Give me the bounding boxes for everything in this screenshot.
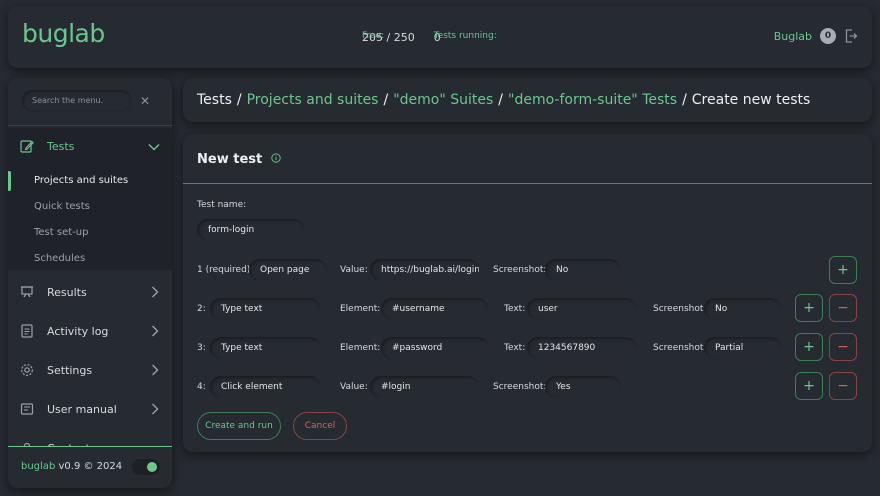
- easel-icon: [21, 286, 33, 298]
- toggle-knob: [147, 462, 157, 472]
- breadcrumb-suites[interactable]: "demo" Suites: [393, 92, 493, 108]
- step-element-input[interactable]: #username: [381, 298, 489, 320]
- add-step-button[interactable]: +: [795, 333, 823, 361]
- breadcrumb-projects[interactable]: Projects and suites: [247, 92, 379, 108]
- step-target-label: Value:: [340, 382, 368, 392]
- step-target-label: Element:: [340, 304, 381, 314]
- footer-version: v0.9 © 2024: [58, 461, 123, 472]
- add-step-button[interactable]: +: [795, 372, 823, 400]
- sidebar-search: Search the menu. ✕: [22, 90, 170, 112]
- step-index: 4:: [197, 382, 206, 392]
- remove-step-button[interactable]: −: [829, 294, 857, 322]
- chevron-down-icon: [148, 144, 160, 151]
- new-test-panel: New test Test name: form-login 1 (requir…: [183, 134, 872, 452]
- remove-step-button[interactable]: −: [829, 333, 857, 361]
- top-bar: buglab Free: 205 / 250 Tests running: 0 …: [8, 6, 872, 68]
- sidebar-item-user-manual[interactable]: User manual: [8, 391, 172, 427]
- add-step-button[interactable]: +: [795, 294, 823, 322]
- step-target-input[interactable]: #login: [370, 376, 479, 398]
- sidebar-item-label: User manual: [47, 402, 117, 416]
- breadcrumb-current: Create new tests: [691, 92, 811, 108]
- info-icon[interactable]: [271, 153, 281, 163]
- step-screenshot-select[interactable]: No: [545, 259, 621, 281]
- divider: [183, 183, 872, 184]
- breadcrumb-suite-tests[interactable]: "demo-form-suite" Tests: [508, 92, 677, 108]
- step-target-label: Value:: [340, 265, 368, 275]
- step-index: 2:: [197, 304, 206, 314]
- step-action-select[interactable]: Click element: [210, 376, 321, 398]
- sidebar-subitem-quick-tests[interactable]: Quick tests: [8, 194, 172, 220]
- search-input[interactable]: Search the menu.: [22, 90, 132, 112]
- user-name[interactable]: Buglab: [774, 30, 812, 43]
- gear-icon: [21, 364, 33, 376]
- step-target-label: Element:: [340, 343, 381, 353]
- step-element-input[interactable]: #password: [381, 337, 489, 359]
- step-text-input[interactable]: user: [527, 298, 637, 320]
- book-icon: [20, 403, 34, 415]
- notification-badge[interactable]: 0: [820, 28, 836, 44]
- cancel-button[interactable]: Cancel: [293, 412, 347, 440]
- logout-icon[interactable]: [844, 29, 858, 43]
- sidebar-subitem-projects[interactable]: Projects and suites: [8, 168, 172, 194]
- step-text-input[interactable]: 1234567890: [527, 337, 637, 359]
- sidebar-subitem-schedules[interactable]: Schedules: [8, 246, 172, 272]
- step-screenshot-select[interactable]: No: [704, 298, 782, 320]
- theme-toggle[interactable]: [132, 459, 160, 475]
- step-screenshot-select[interactable]: Partial: [704, 337, 782, 359]
- step-screenshot-label: Screenshot:: [493, 265, 547, 275]
- step-text-label: Text:: [504, 343, 526, 353]
- test-name-label: Test name:: [197, 200, 247, 210]
- sidebar-subitem-test-setup[interactable]: Test set-up: [8, 220, 172, 246]
- sidebar-item-label: Activity log: [47, 324, 109, 338]
- page-title: New test: [197, 152, 281, 167]
- user-menu: Buglab 0: [774, 28, 858, 44]
- step-text-label: Text:: [504, 304, 526, 314]
- sidebar-item-results[interactable]: Results: [8, 274, 172, 310]
- chevron-right-icon: [152, 403, 159, 415]
- sidebar-item-label: Results: [47, 285, 87, 299]
- sidebar-item-settings[interactable]: Settings: [8, 352, 172, 388]
- sidebar-footer: buglab v0.9 © 2024: [8, 446, 172, 488]
- sidebar-item-tests[interactable]: Tests: [8, 128, 172, 164]
- sidebar-item-label: Tests: [47, 139, 75, 153]
- breadcrumb: Tests / Projects and suites / "demo" Suites /…: [183, 78, 872, 122]
- step-screenshot-label: Screenshot:: [653, 343, 707, 353]
- sidebar: Search the menu. ✕ Tests Projects and su…: [8, 78, 172, 488]
- sidebar-item-label: Settings: [47, 363, 93, 377]
- test-name-input[interactable]: form-login: [197, 219, 305, 241]
- step-action-select[interactable]: Type text: [210, 337, 321, 359]
- step-action-select[interactable]: Open page: [249, 259, 327, 281]
- step-target-input[interactable]: https://buglab.ai/login: [370, 259, 479, 281]
- logo[interactable]: buglab: [22, 19, 105, 48]
- close-icon[interactable]: ✕: [140, 94, 150, 108]
- chevron-right-icon: [152, 364, 159, 376]
- create-and-run-button[interactable]: Create and run: [197, 412, 281, 440]
- chevron-right-icon: [152, 286, 159, 298]
- document-icon: [21, 324, 33, 338]
- step-screenshot-label: Screenshot:: [653, 304, 707, 314]
- step-index: 1 (required):: [197, 265, 254, 275]
- step-screenshot-label: Screenshot:: [493, 382, 547, 392]
- add-step-button[interactable]: +: [829, 256, 857, 284]
- remove-step-button[interactable]: −: [829, 372, 857, 400]
- sidebar-group-tests: Tests Projects and suites Quick tests Te…: [8, 128, 172, 270]
- divider: [8, 125, 172, 126]
- step-action-select[interactable]: Type text: [210, 298, 321, 320]
- running-label: Tests running:: [433, 31, 497, 41]
- version-text: buglab v0.9 © 2024: [21, 461, 122, 472]
- sidebar-item-activity-log[interactable]: Activity log: [8, 313, 172, 349]
- edit-icon: [20, 140, 34, 153]
- breadcrumb-tests[interactable]: Tests: [197, 92, 232, 108]
- page-title-text: New test: [197, 152, 263, 167]
- chevron-right-icon: [152, 325, 159, 337]
- free-label: Free:: [362, 31, 385, 41]
- footer-brand: buglab: [21, 461, 56, 472]
- step-screenshot-select[interactable]: Yes: [545, 376, 621, 398]
- step-index: 3:: [197, 343, 206, 353]
- usage-stats: Free: 205 / 250 Tests running: 0: [362, 31, 497, 44]
